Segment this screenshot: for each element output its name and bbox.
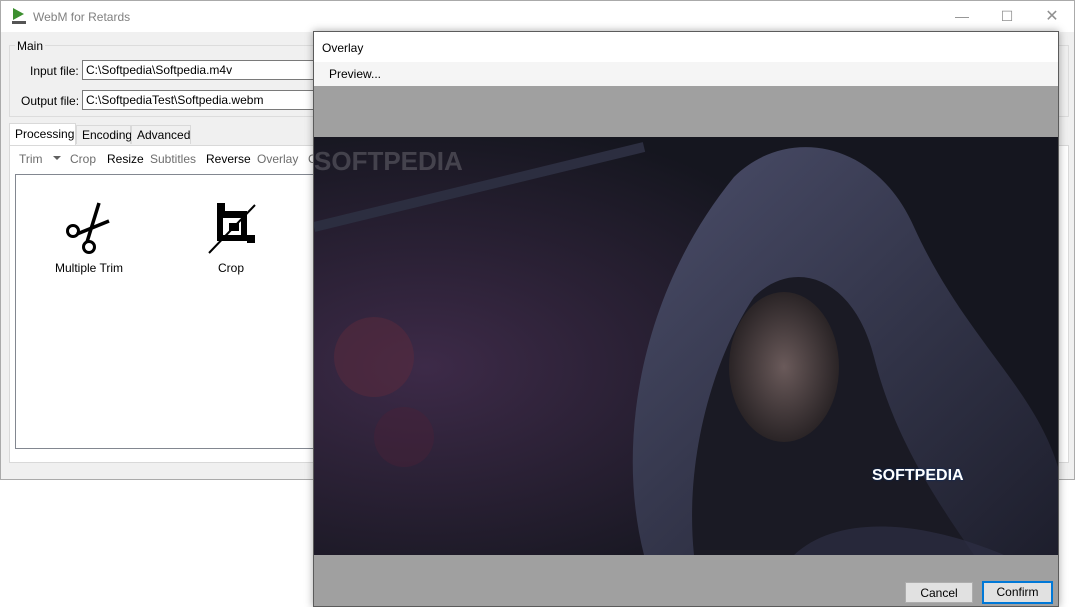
tab-encoding[interactable]: Encoding bbox=[76, 125, 132, 144]
maximize-icon: ☐ bbox=[1000, 8, 1014, 24]
main-group-label: Main bbox=[15, 39, 46, 53]
overlay-dialog: Overlay Preview... SOFTPEDIA SOFTPEDIA C… bbox=[313, 31, 1059, 607]
tile-multiple-trim[interactable]: Multiple Trim bbox=[54, 201, 124, 275]
output-file-label: Output file: bbox=[21, 94, 80, 108]
menu-preview[interactable]: Preview... bbox=[329, 67, 381, 81]
tab-advanced[interactable]: Advanced bbox=[131, 125, 191, 144]
input-file-field[interactable] bbox=[82, 60, 322, 80]
minimize-button[interactable]: — bbox=[939, 1, 985, 32]
overlay-menubar: Preview... bbox=[314, 62, 1058, 86]
reverse-button[interactable]: Reverse bbox=[206, 152, 251, 166]
tile-crop[interactable]: Crop bbox=[196, 201, 266, 275]
video-frame-image bbox=[314, 137, 1058, 555]
resize-button[interactable]: Resize bbox=[107, 152, 144, 166]
trim-dropdown-icon[interactable] bbox=[53, 156, 61, 160]
close-button[interactable]: ✕ bbox=[1029, 1, 1075, 32]
softpedia-watermark-top: SOFTPEDIA bbox=[314, 146, 463, 176]
close-icon: ✕ bbox=[1045, 8, 1059, 25]
overlay-title: Overlay bbox=[322, 41, 364, 55]
video-preview[interactable]: SOFTPEDIA bbox=[314, 137, 1058, 555]
tab-processing[interactable]: Processing bbox=[9, 123, 76, 145]
titlebar[interactable]: WebM for Retards — ☐ ✕ bbox=[1, 1, 1074, 32]
input-file-label: Input file: bbox=[30, 64, 79, 78]
trim-button[interactable]: Trim bbox=[19, 152, 43, 166]
softpedia-watermark-bottom: SOFTPEDIA bbox=[872, 467, 964, 484]
overlay-titlebar[interactable]: Overlay bbox=[314, 32, 1058, 62]
overlay-button[interactable]: Overlay bbox=[257, 152, 298, 166]
subtitles-button[interactable]: Subtitles bbox=[150, 152, 196, 166]
cancel-button[interactable]: Cancel bbox=[905, 582, 973, 603]
tile-label: Multiple Trim bbox=[54, 261, 123, 275]
tile-label: Crop bbox=[217, 261, 244, 275]
maximize-button[interactable]: ☐ bbox=[984, 1, 1030, 32]
app-title: WebM for Retards bbox=[33, 10, 131, 24]
output-file-field[interactable] bbox=[82, 90, 322, 110]
crop-icon bbox=[208, 203, 256, 254]
webm-logo-icon bbox=[12, 8, 26, 24]
minimize-icon: — bbox=[955, 8, 969, 24]
scissors-icon bbox=[66, 202, 110, 254]
crop-button[interactable]: Crop bbox=[70, 152, 96, 166]
confirm-button[interactable]: Confirm bbox=[982, 581, 1053, 604]
